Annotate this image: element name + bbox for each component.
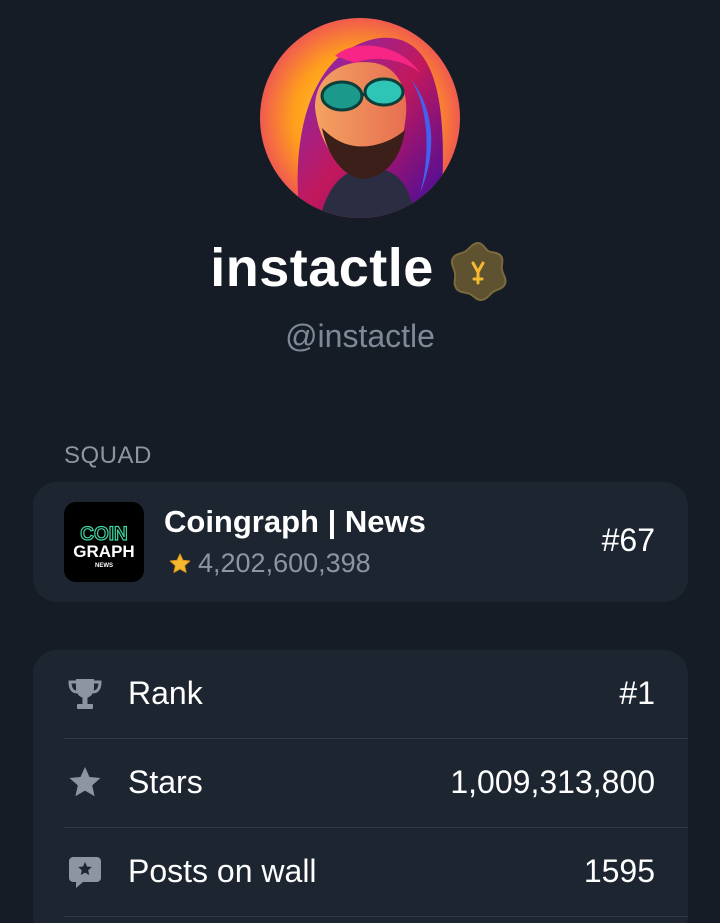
- squad-stars-value: 4,202,600,398: [198, 548, 371, 578]
- divider: [64, 916, 688, 917]
- display-name: instactle: [210, 238, 434, 298]
- stat-row-rank[interactable]: Rank #1: [33, 650, 688, 738]
- stat-row-posts[interactable]: Posts on wall 1595: [33, 828, 688, 916]
- name-row: instactle: [0, 232, 720, 304]
- stat-label: Rank: [128, 675, 203, 711]
- squad-name: Coingraph | News: [164, 504, 426, 539]
- stat-label: Stars: [128, 764, 203, 800]
- username-handle: @instactle: [285, 318, 435, 354]
- stats-card: Rank #1 Stars 1,009,313,800 Posts on wal…: [33, 650, 688, 923]
- avatar-portrait: [260, 18, 460, 218]
- stat-value: 1595: [583, 853, 655, 889]
- squad-section-label: SQUAD: [64, 442, 152, 469]
- chat-star-icon: [67, 854, 103, 890]
- logo-line2: GRAPH: [73, 542, 134, 561]
- stat-value: #1: [619, 675, 655, 711]
- star-icon: [67, 765, 103, 801]
- squad-rank: #67: [601, 522, 655, 558]
- gold-star-badge-icon[interactable]: [446, 239, 510, 303]
- stat-value: 1,009,313,800: [450, 764, 655, 800]
- squad-logo: COIN GRAPH NEWS: [64, 502, 144, 582]
- stat-label: Posts on wall: [128, 853, 317, 889]
- trophy-icon: [67, 676, 103, 712]
- logo-line3: NEWS: [95, 563, 113, 569]
- avatar[interactable]: [260, 18, 460, 218]
- gold-star-icon: [169, 553, 191, 573]
- profile-page: instactle @instactle SQUAD COIN GRAPH NE…: [0, 0, 720, 923]
- squad-stars: 4,202,600,398: [168, 548, 371, 579]
- stat-row-stars[interactable]: Stars 1,009,313,800: [33, 739, 688, 827]
- squad-card[interactable]: COIN GRAPH NEWS Coingraph | News 4,202,6…: [33, 482, 688, 602]
